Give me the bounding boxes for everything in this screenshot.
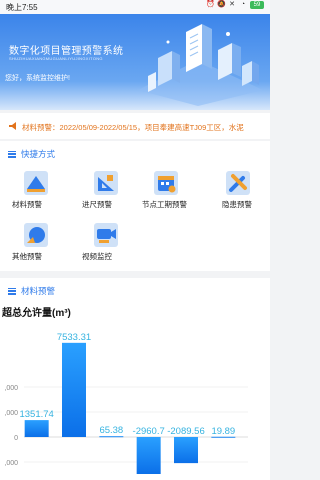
y-tick-label: ,000 bbox=[4, 385, 18, 392]
mute-icon: 🔕 bbox=[217, 1, 226, 8]
shortcut-label: 其他预警 bbox=[12, 252, 42, 261]
section-title: 快捷方式 bbox=[21, 149, 56, 159]
megaphone-icon bbox=[9, 122, 16, 130]
status-icons: ⏰ 🔕 ✕ ◔ 59 bbox=[206, 1, 264, 9]
milestone-warning-icon bbox=[154, 171, 178, 195]
shortcut-label: 进尺预警 bbox=[82, 200, 112, 209]
header-banner: 数字化项目管理预警系统 SHUZIHUAXIANGMUGUANLIYUJINGX… bbox=[0, 14, 270, 110]
quick-access-section: 快捷方式 材料预警 进尺预警 节点工期预警 隐患预警 其他预警 视频监控 bbox=[0, 141, 270, 271]
y-tick-label: ,000 bbox=[4, 460, 18, 467]
bar-value-label: -2960.7 bbox=[133, 426, 165, 437]
shortcut-milestone-warning[interactable]: 节点工期预警 bbox=[142, 171, 202, 215]
chart-bar[interactable] bbox=[62, 342, 86, 437]
alarm-icon: ⏰ bbox=[206, 1, 215, 8]
battery-icon: 59 bbox=[250, 1, 264, 9]
bar-value-label: 65.38 bbox=[99, 425, 123, 436]
bar-chart: ,000,0000,0001351.747533.3165.38 -2960.7-… bbox=[4, 332, 248, 475]
shortcut-label: 隐患预警 bbox=[222, 200, 252, 209]
menu-lines-icon bbox=[8, 150, 16, 158]
bar-value-label: 7533.31 bbox=[57, 332, 91, 343]
shortcut-material-warning[interactable]: 材料预警 bbox=[12, 171, 72, 215]
shortcut-other-warning[interactable]: 其他预警 bbox=[12, 223, 72, 267]
progress-warning-icon bbox=[94, 171, 118, 195]
shortcut-video-monitor[interactable]: 视频监控 bbox=[82, 223, 142, 267]
chart-bar[interactable] bbox=[99, 436, 124, 438]
other-warning-icon bbox=[24, 223, 48, 247]
chart-bar[interactable] bbox=[136, 437, 161, 475]
app-title: 数字化项目管理预警系统 bbox=[9, 46, 124, 57]
status-bar: 晚上7:55 ⏰ 🔕 ✕ ◔ 59 bbox=[0, 0, 270, 14]
hazard-warning-icon bbox=[226, 171, 250, 195]
city-illustration-icon bbox=[138, 24, 263, 106]
video-camera-icon bbox=[94, 223, 118, 247]
wifi-icon: ◔ bbox=[240, 1, 246, 8]
shortcut-label: 节点工期预警 bbox=[142, 200, 187, 209]
shortcut-label: 材料预警 bbox=[12, 200, 42, 209]
shortcut-progress-warning[interactable]: 进尺预警 bbox=[82, 171, 142, 215]
chart-bar[interactable] bbox=[211, 436, 236, 438]
status-time: 晚上7:55 bbox=[6, 3, 38, 12]
notice-text: 材料预警：2022/05/09-2022/05/15，项目奉建高速TJ09工区，… bbox=[22, 123, 244, 132]
greeting-text: 您好，系统监控维护! bbox=[5, 75, 70, 82]
bar-value-label: -2089.56 bbox=[167, 426, 205, 437]
y-tick-label: ,000 bbox=[4, 410, 18, 417]
bar-value-label: 1351.74 bbox=[19, 409, 53, 420]
notice-bar[interactable]: 材料预警：2022/05/09-2022/05/15，项目奉建高速TJ09工区，… bbox=[0, 113, 270, 139]
shortcut-hazard-warning[interactable]: 隐患预警 bbox=[218, 171, 278, 215]
section-header: 快捷方式 bbox=[8, 147, 55, 161]
shortcut-label: 视频监控 bbox=[82, 252, 112, 261]
chart-bar[interactable] bbox=[174, 437, 198, 464]
material-warning-section: 材料预警 超总允许量(m³) ,000,000 0,000 1351.74 7533.… bbox=[0, 278, 270, 480]
bar-value-label: 19.89 bbox=[211, 426, 235, 437]
close-icon: ✕ bbox=[229, 1, 235, 8]
material-warning-icon bbox=[24, 171, 48, 195]
chart-bar[interactable] bbox=[24, 420, 49, 437]
app-subtitle: SHUZIHUAXIANGMUGUANLIYUJINGXITONG bbox=[9, 56, 103, 61]
y-tick-label: 0 bbox=[14, 435, 18, 442]
